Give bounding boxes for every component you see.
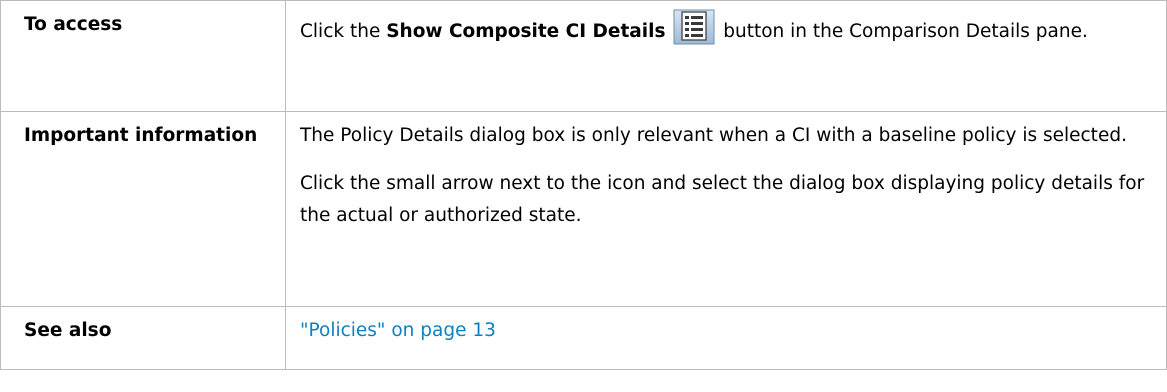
table-row-see-also: See also "Policies" on page 13 [0, 306, 1167, 370]
row-content: The Policy Details dialog box is only re… [285, 111, 1167, 307]
row-label: To access [0, 0, 286, 112]
paragraph: The Policy Details dialog box is only re… [300, 125, 1127, 146]
reference-table: To access Click the Show Composite CI De… [0, 0, 1167, 370]
table-row-to-access: To access Click the Show Composite CI De… [0, 0, 1167, 112]
table-row-important-information: Important information The Policy Details… [0, 111, 1167, 307]
button-name: Show Composite CI Details [386, 21, 666, 42]
row-label: Important information [0, 111, 286, 307]
row-content: Click the Show Composite CI Details butt… [285, 0, 1167, 112]
row-content: "Policies" on page 13 [285, 306, 1167, 370]
text-suffix: button in the Comparison Details pane. [717, 21, 1088, 42]
policies-link[interactable]: "Policies" on page 13 [300, 320, 496, 341]
paragraph: Click the small arrow next to the icon a… [300, 173, 1145, 226]
row-label: See also [0, 306, 286, 370]
text-prefix: Click the [300, 21, 387, 42]
composite-ci-details-icon [673, 9, 715, 45]
